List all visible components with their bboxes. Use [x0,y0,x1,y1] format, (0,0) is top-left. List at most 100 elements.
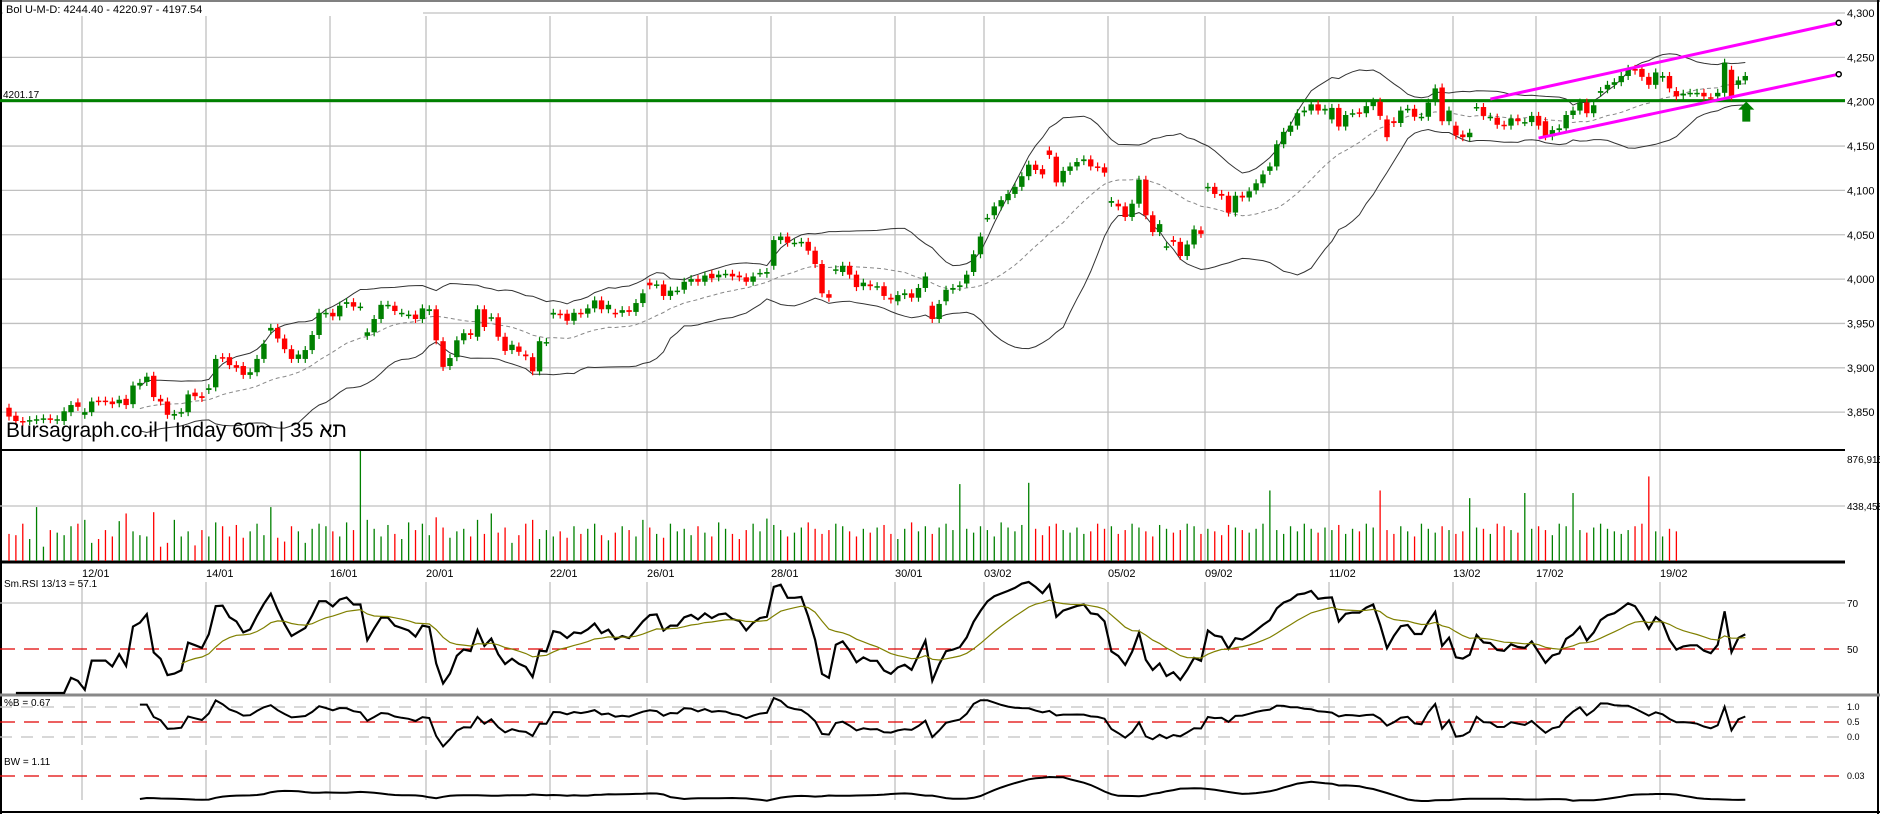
candle-body [1432,88,1438,102]
price-tick-label: 3,850 [1847,407,1875,419]
candle [68,401,74,417]
candle-body [647,282,653,286]
date-tick-label: 28/01 [771,568,799,580]
candle-body [1398,110,1404,123]
candle [1411,104,1418,121]
candle [846,261,853,279]
candle [75,398,81,411]
candle-body [1721,62,1728,93]
candle [302,346,308,363]
candle-body [750,276,756,282]
candle-body [516,346,522,352]
candle [1384,115,1390,142]
candle-body [819,264,825,294]
candle [647,278,653,290]
candle-body [371,319,377,333]
candle-body [1425,102,1432,117]
candle [268,323,274,335]
price-tick-label: 4,300 [1847,8,1875,20]
candle-body [1597,91,1604,93]
candle-body [1294,113,1301,126]
candle-body [674,290,681,293]
candle [1191,225,1197,249]
candle-body [1005,193,1011,201]
candle [1088,155,1094,171]
candle [144,372,150,386]
candle-body [1032,164,1039,170]
rsi-signal-line [181,599,1746,665]
candle-body [1356,112,1363,114]
candle [736,271,743,282]
candle-body [715,274,722,278]
candle-body [1287,125,1294,132]
candle-body [1315,104,1321,111]
date-tick-label: 09/02 [1205,568,1233,580]
candle-body [1708,97,1714,99]
candle-body [902,293,908,296]
candle [1342,111,1349,131]
rsi-tick-label: 50 [1847,645,1859,656]
candle-body [1701,92,1707,97]
candle [1363,102,1370,118]
candle [1274,140,1280,171]
date-tick-label: 03/02 [984,568,1012,580]
candle-body [1466,132,1473,138]
candle-body [709,273,715,279]
candle [461,329,467,345]
candle-body [998,200,1004,207]
candle-body [1026,164,1032,177]
percent-b-tick-label: 0.5 [1847,717,1860,727]
candle [1501,120,1507,130]
date-tick-label: 13/02 [1453,568,1481,580]
candle-body [1377,101,1383,116]
candle [1115,199,1121,211]
candle [585,304,591,318]
date-tick-label: 16/01 [330,568,358,580]
date-tick-label: 30/01 [895,568,923,580]
candle [1322,104,1328,115]
candle-body [171,413,178,416]
candle-body [1191,229,1197,245]
candle-body [1101,167,1108,173]
candle-body [529,357,536,372]
candle-body [1170,240,1177,242]
candle [385,300,391,309]
candle-body [833,269,839,271]
stock-chart[interactable]: 4,300 4,250 4,200 4,150 4,100 4,050 4,000 3,950… [0,0,1880,814]
candle-body [502,336,508,351]
candle-body [199,396,205,398]
candle-body [950,287,956,290]
candle-body [667,290,674,296]
candle [771,236,777,270]
candle [881,282,887,300]
candle [82,408,88,419]
candle [1329,103,1335,124]
candle [1659,71,1666,82]
candle-body [1232,195,1239,213]
candle [1432,84,1438,106]
candle-body [1604,84,1611,90]
candle-body [585,308,591,314]
candle-body [1308,104,1314,111]
candle-body [1715,92,1721,97]
candle-body [1418,116,1425,119]
candle [1742,71,1748,85]
candle [1356,108,1363,118]
candle-body [757,272,763,275]
candle [1019,172,1025,191]
candle [667,286,674,300]
date-tick-label: 19/02 [1660,568,1688,580]
candle [116,395,122,408]
candle [1591,101,1597,118]
candle [970,250,977,277]
candle-body [509,344,515,351]
candle-body [653,284,660,286]
candle [605,300,612,314]
candle [488,313,494,322]
candle [1150,211,1156,237]
candle-body [736,275,743,278]
date-tick-label: 26/01 [647,568,675,580]
candle-body [660,284,667,296]
candle [288,345,295,363]
candle-body [1150,215,1156,233]
